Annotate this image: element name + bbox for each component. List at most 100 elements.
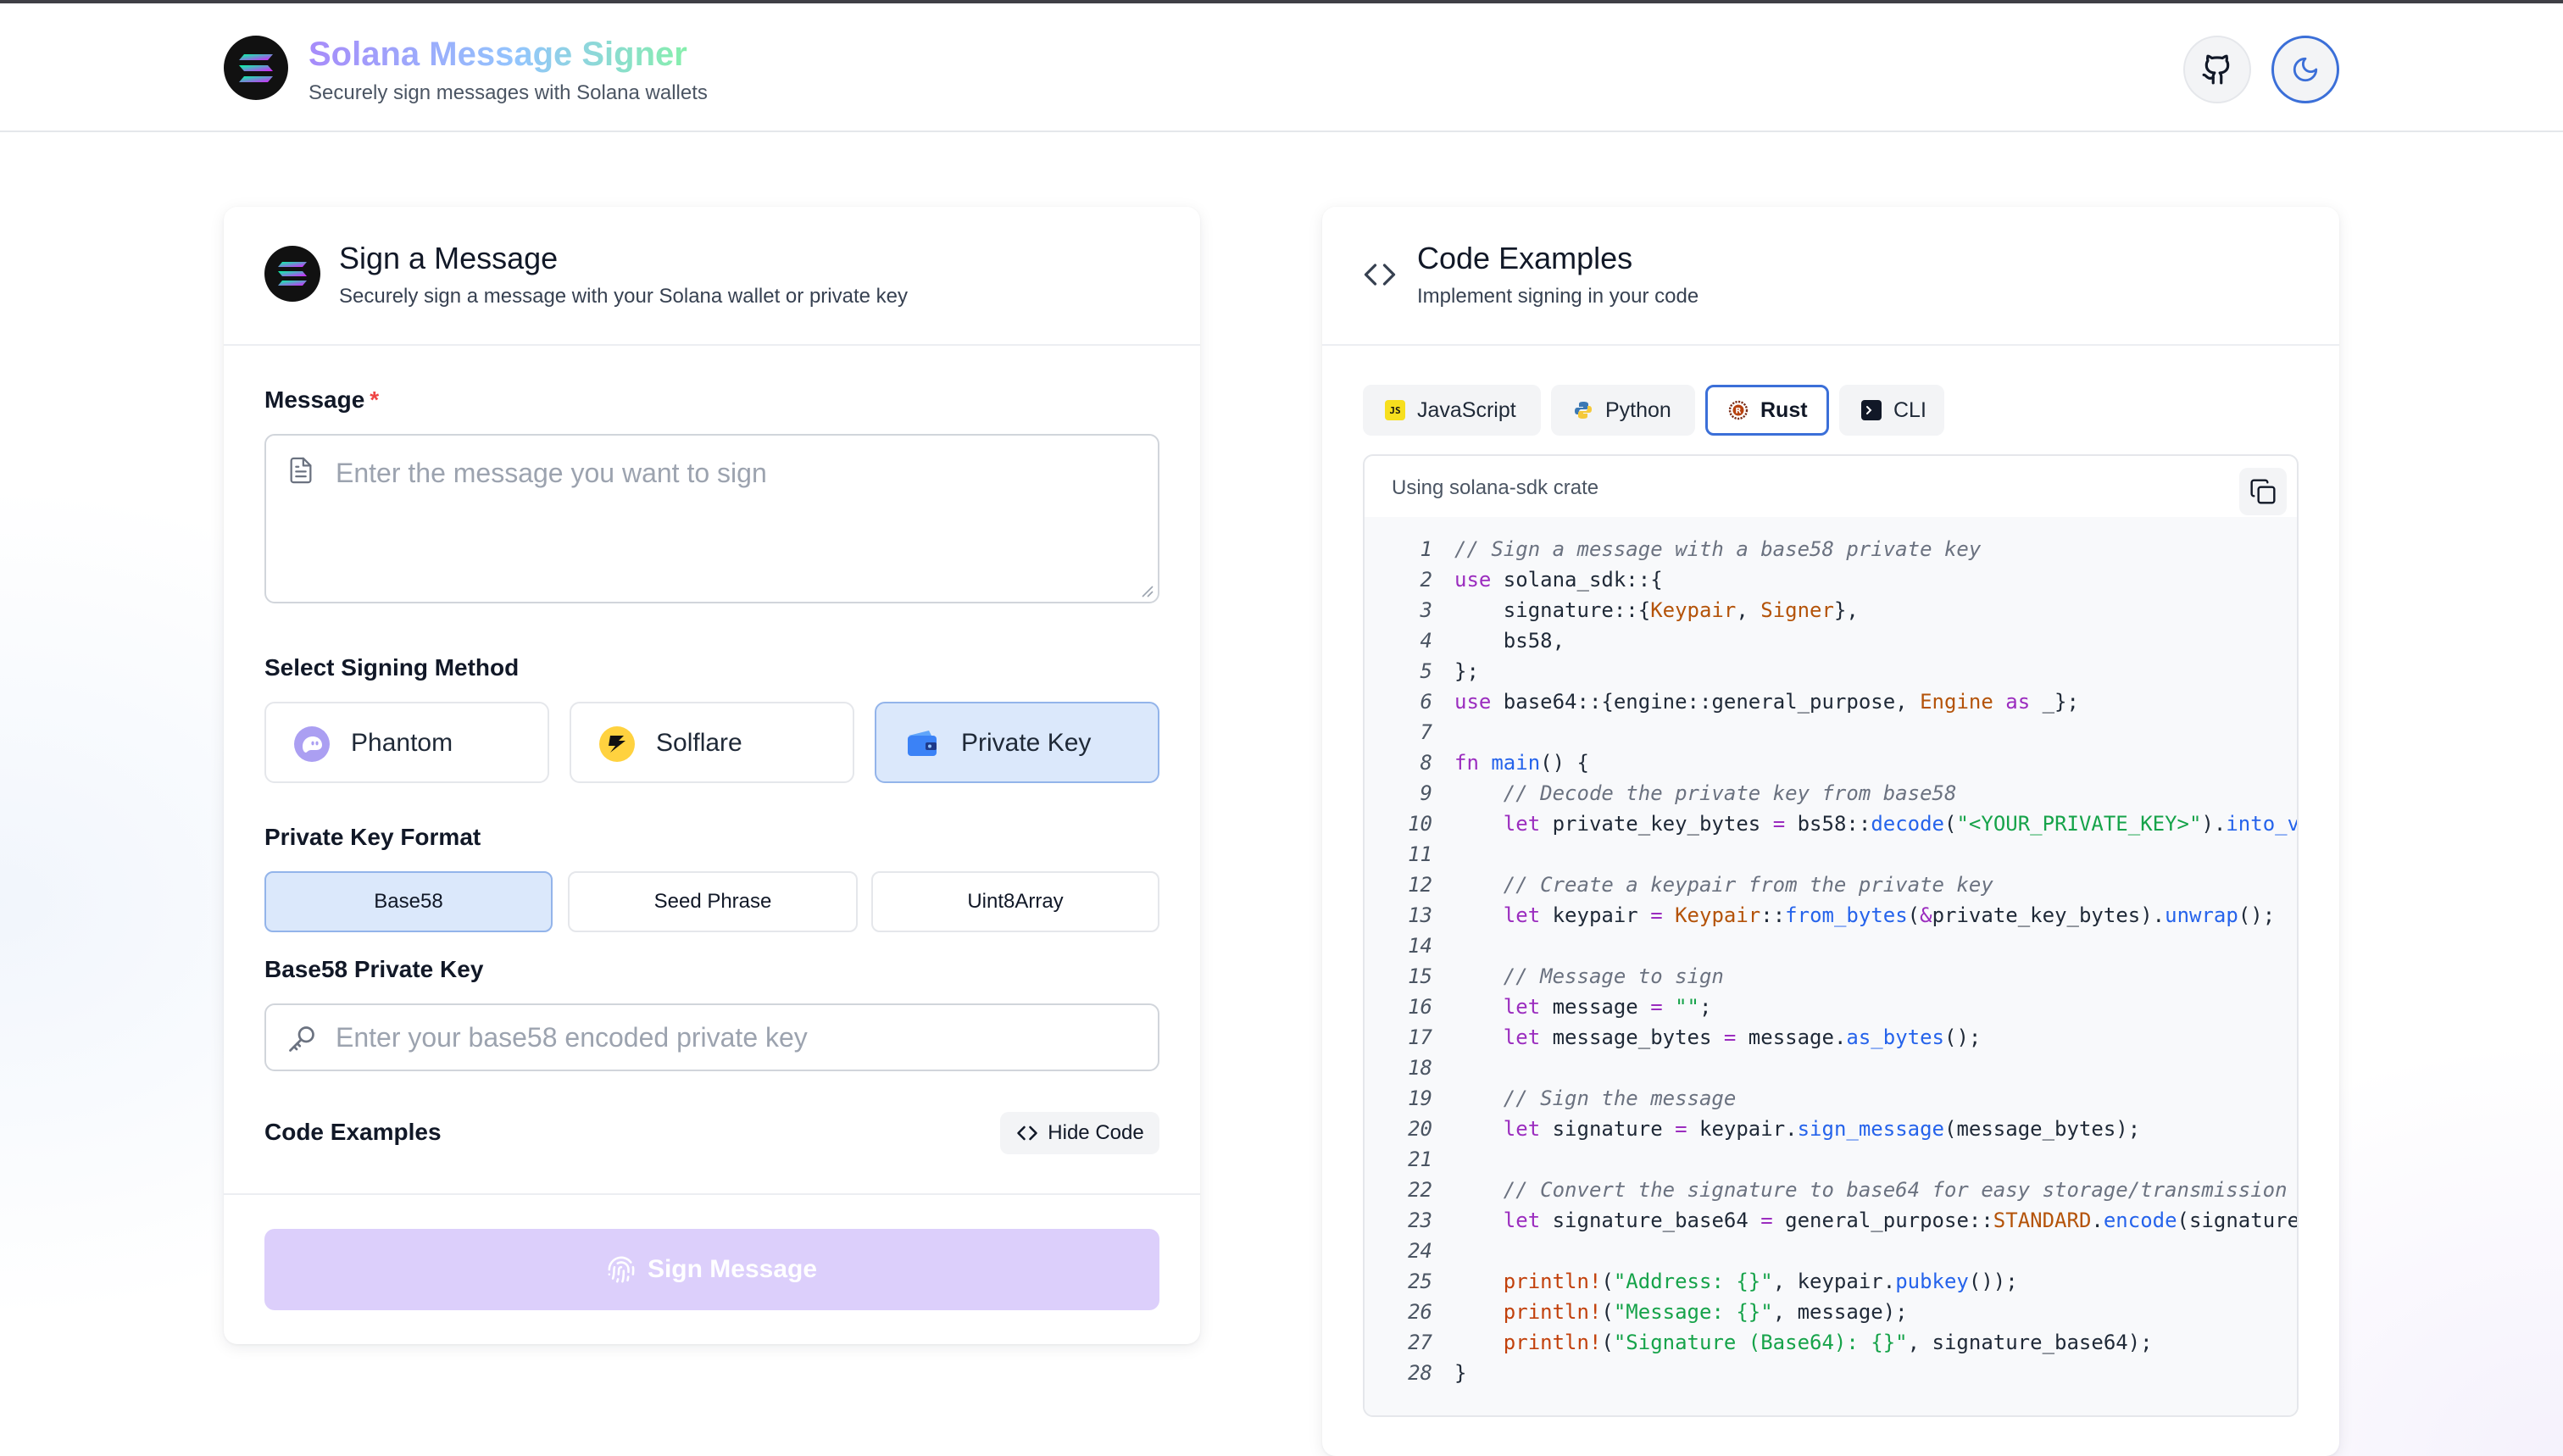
terminal-icon: [1861, 400, 1882, 420]
tab-cli[interactable]: CLI: [1839, 385, 1944, 436]
message-label-text: Message: [264, 386, 365, 413]
code-line: 21: [1365, 1144, 2297, 1175]
line-number: 25: [1408, 1270, 1432, 1293]
line-number: 13: [1408, 903, 1432, 927]
method-private-key-button[interactable]: Private Key: [875, 702, 1159, 783]
moon-icon: [2293, 57, 2318, 82]
code-examples-card: Code Examples Implement signing in your …: [1322, 207, 2339, 1456]
message-textarea[interactable]: Enter the message you want to sign: [264, 434, 1159, 603]
line-number: 10: [1408, 812, 1432, 836]
line-number: 17: [1408, 1025, 1432, 1049]
solflare-icon: [599, 726, 635, 762]
line-number: 18: [1408, 1056, 1432, 1080]
code-text: // Message to sign: [1454, 964, 1724, 988]
line-number: 20: [1408, 1117, 1432, 1141]
code-text: let keypair = Keypair::from_bytes(&priva…: [1503, 903, 2276, 927]
sign-card-header: Sign a Message Securely sign a message w…: [224, 207, 1200, 346]
code-text: };: [1454, 659, 1479, 683]
code-line: 24: [1365, 1236, 2297, 1266]
code-line: 9 // Decode the private key from base58: [1365, 778, 2297, 809]
code-line: 22 // Convert the signature to base64 fo…: [1365, 1175, 2297, 1205]
theme-toggle-button[interactable]: [2271, 36, 2339, 103]
code-examples-label: Code Examples: [264, 1119, 442, 1145]
code-line: 28}: [1365, 1358, 2297, 1388]
line-number: 22: [1408, 1178, 1432, 1202]
code-text: // Decode the private key from base58: [1454, 781, 1957, 805]
app-title: Solana Message Signer: [309, 36, 687, 73]
app-subtitle: Securely sign messages with Solana walle…: [309, 81, 708, 104]
code-line: 15 // Message to sign: [1365, 961, 2297, 992]
app-header: Solana Message Signer Securely sign mess…: [0, 3, 2563, 132]
python-icon: [1575, 402, 1592, 419]
code-line: 12 // Create a keypair from the private …: [1365, 870, 2297, 900]
resize-handle-icon[interactable]: [1139, 583, 1154, 598]
line-number: 5: [1420, 659, 1432, 683]
code-line: 26 println!("Message: {}", message);: [1365, 1297, 2297, 1327]
code-line: 8 fn main() {: [1365, 747, 2297, 778]
key-icon: [289, 1026, 314, 1052]
copy-code-button[interactable]: [2239, 468, 2287, 515]
code-text: }: [1454, 1361, 1467, 1385]
line-number: 6: [1420, 690, 1432, 714]
code-line: 17 let message_bytes = message.as_bytes(…: [1365, 1022, 2297, 1053]
code-panel-header: Using solana-sdk crate: [1365, 456, 2297, 517]
line-number: 16: [1408, 995, 1432, 1019]
code-text: println!("Address: {}", keypair.pubkey()…: [1503, 1270, 2018, 1293]
format-base58-button[interactable]: Base58: [264, 871, 553, 932]
code-text: let private_key_bytes = bs58::decode("<Y…: [1503, 812, 2297, 836]
wallet-icon: [908, 731, 937, 756]
tab-python[interactable]: Python: [1551, 385, 1695, 436]
line-number: 21: [1408, 1148, 1432, 1171]
line-number: 11: [1408, 842, 1432, 866]
code-block[interactable]: 1 // Sign a message with a base58 private…: [1365, 517, 2297, 1415]
line-number: 3: [1420, 598, 1432, 622]
code-line: 27 println!("Signature (Base64): {}", si…: [1365, 1327, 2297, 1358]
code-card-subtitle: Implement signing in your code: [1417, 285, 1699, 308]
code-line: 10 let private_key_bytes = bs58::decode(…: [1365, 809, 2297, 839]
code-line: 1 // Sign a message with a base58 private…: [1365, 534, 2297, 564]
code-panel: Using solana-sdk crate 1 // Sign a messag…: [1363, 454, 2299, 1417]
message-placeholder: Enter the message you want to sign: [336, 458, 767, 488]
github-button[interactable]: [2183, 36, 2251, 103]
sign-message-label: Sign Message: [647, 1255, 818, 1283]
tab-javascript[interactable]: JS JavaScript: [1363, 385, 1541, 436]
sign-message-button[interactable]: Sign Message: [264, 1229, 1159, 1310]
code-text: use base64::{engine::general_purpose, En…: [1454, 690, 2079, 714]
code-text: println!("Message: {}", message);: [1503, 1300, 1908, 1324]
code-line: 19 // Sign the message: [1365, 1083, 2297, 1114]
format-seed-phrase-button[interactable]: Seed Phrase: [568, 871, 858, 932]
method-solflare-button[interactable]: Solflare: [570, 702, 854, 783]
line-number: 23: [1408, 1209, 1432, 1232]
code-line: 7: [1365, 717, 2297, 747]
code-card-title: Code Examples: [1417, 241, 1633, 275]
private-key-input[interactable]: Enter your base58 encoded private key: [264, 1003, 1159, 1071]
phantom-icon: [294, 726, 330, 762]
code-text: // Sign the message: [1454, 1086, 1737, 1110]
code-text: let signature_base64 = general_purpose::…: [1503, 1209, 2297, 1232]
method-private-key-label: Private Key: [961, 729, 1092, 757]
code-text: bs58,: [1454, 629, 1565, 653]
code-text: // Sign a message with a base58 private …: [1454, 537, 1982, 561]
private-key-format-label: Private Key Format: [264, 824, 481, 850]
sign-card-subtitle: Securely sign a message with your Solana…: [339, 285, 908, 308]
line-number: 2: [1420, 568, 1432, 592]
hide-code-button[interactable]: Hide Code: [1000, 1112, 1159, 1154]
code-text: println!("Signature (Base64): {}", signa…: [1503, 1331, 2153, 1354]
signing-method-label: Select Signing Method: [264, 654, 520, 681]
code-caption: Using solana-sdk crate: [1392, 476, 1599, 499]
format-uint8array-button[interactable]: Uint8Array: [871, 871, 1159, 932]
line-number: 1: [1420, 537, 1432, 561]
code-line: 5};: [1365, 656, 2297, 686]
code-text: let message_bytes = message.as_bytes();: [1503, 1025, 1982, 1049]
required-mark: *: [370, 386, 380, 413]
github-icon: [2202, 54, 2230, 85]
code-text: // Create a keypair from the private key: [1454, 873, 1993, 897]
method-phantom-button[interactable]: Phantom: [264, 702, 549, 783]
fingerprint-icon: [608, 1256, 635, 1283]
rust-icon: R: [1728, 400, 1749, 420]
code-line: 20 let signature = keypair.sign_message(…: [1365, 1114, 2297, 1144]
line-number: 4: [1420, 629, 1432, 653]
solana-logo-icon: [224, 36, 288, 100]
message-label: Message *: [264, 386, 379, 414]
tab-rust[interactable]: R Rust: [1705, 385, 1829, 436]
